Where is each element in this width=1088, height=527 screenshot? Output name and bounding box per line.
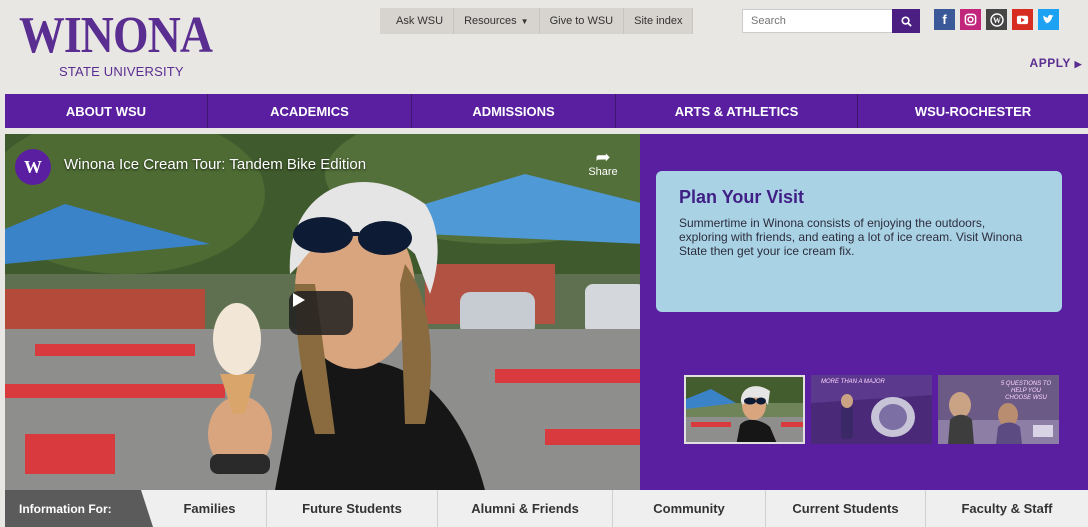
- search-input[interactable]: [742, 9, 892, 33]
- thumbnail-caption: 5 QUESTIONS TO HELP YOU CHOOSE WSU: [1000, 381, 1052, 401]
- utility-label: Resources: [464, 15, 517, 27]
- info-current-students[interactable]: Current Students: [766, 490, 926, 527]
- video-title[interactable]: Winona Ice Cream Tour: Tandem Bike Editi…: [64, 156, 366, 173]
- nav-about-wsu[interactable]: ABOUT WSU: [5, 94, 208, 128]
- nav-wsu-rochester[interactable]: WSU-ROCHESTER: [858, 94, 1088, 128]
- thumbnail-5-questions[interactable]: 5 QUESTIONS TO HELP YOU CHOOSE WSU: [938, 375, 1059, 444]
- social-links: f W: [934, 9, 1059, 30]
- utility-label: Site index: [634, 15, 683, 27]
- utility-nav: Ask WSU Resources ▼ Give to WSU Site inde…: [380, 8, 694, 34]
- visit-card: Plan Your Visit Summertime in Winona con…: [656, 171, 1062, 312]
- logo-wordmark: WINONA: [19, 7, 213, 64]
- play-icon: [293, 293, 305, 307]
- share-arrow-icon: ➦: [595, 147, 611, 167]
- caret-right-icon: ▶: [1074, 59, 1082, 69]
- info-families[interactable]: Families: [153, 490, 267, 527]
- thumbnail-caption: MORE THAN A MAJOR: [821, 379, 885, 385]
- video-player[interactable]: W Winona Ice Cream Tour: Tandem Bike Edi…: [5, 134, 640, 490]
- nav-arts-athletics[interactable]: ARTS & ATHLETICS: [616, 94, 858, 128]
- main-nav: ABOUT WSU ACADEMICS ADMISSIONS ARTS & AT…: [5, 94, 1088, 128]
- thumbnail-more-than-a-major[interactable]: MORE THAN A MAJOR: [811, 375, 932, 444]
- play-button[interactable]: [289, 291, 353, 335]
- search-button[interactable]: [892, 9, 920, 33]
- utility-label: Ask WSU: [396, 15, 444, 27]
- utility-give[interactable]: Give to WSU: [539, 8, 625, 34]
- video-thumbnails: MORE THAN A MAJOR 5 QUESTIONS TO HELP YO…: [684, 375, 1059, 444]
- visit-description: Summertime in Winona consists of enjoyin…: [679, 216, 1023, 258]
- utility-resources[interactable]: Resources ▼: [454, 8, 540, 34]
- logo[interactable]: WINONA STATE UNIVERSITY: [19, 7, 238, 80]
- info-future-students[interactable]: Future Students: [267, 490, 438, 527]
- info-faculty-staff[interactable]: Faculty & Staff: [926, 490, 1088, 527]
- channel-logo[interactable]: W: [15, 149, 51, 185]
- apply-link[interactable]: APPLY ▶: [1030, 56, 1082, 70]
- info-community[interactable]: Community: [613, 490, 766, 527]
- information-for-bar: Information For: Families Future Student…: [5, 490, 1088, 527]
- search-icon: [900, 15, 912, 27]
- apply-label: APPLY: [1029, 56, 1071, 70]
- thumbnail-ice-cream-tour[interactable]: [684, 375, 805, 444]
- share-label: Share: [588, 166, 618, 178]
- site-header: WINONA STATE UNIVERSITY Ask WSU Resource…: [0, 0, 1088, 92]
- page: WINONA STATE UNIVERSITY Ask WSU Resource…: [0, 0, 1088, 527]
- search-form: [742, 9, 920, 33]
- facebook-icon[interactable]: f: [934, 9, 955, 30]
- instagram-icon[interactable]: [960, 9, 981, 30]
- utility-site-index[interactable]: Site index: [624, 8, 694, 34]
- nav-academics[interactable]: ACADEMICS: [208, 94, 412, 128]
- logo-subtitle: STATE UNIVERSITY: [59, 64, 184, 79]
- share-button[interactable]: ➦ Share: [583, 148, 623, 178]
- nav-admissions[interactable]: ADMISSIONS: [412, 94, 616, 128]
- thumbnail-image: [686, 377, 803, 442]
- visit-panel: Plan Your Visit Summertime in Winona con…: [640, 134, 1088, 490]
- svg-text:W: W: [993, 16, 1001, 25]
- visit-title: Plan Your Visit: [679, 187, 805, 207]
- youtube-icon[interactable]: [1012, 9, 1033, 30]
- caret-down-icon: ▼: [520, 16, 529, 26]
- utility-label: Give to WSU: [549, 15, 614, 27]
- wordpress-icon[interactable]: W: [986, 9, 1007, 30]
- info-alumni-friends[interactable]: Alumni & Friends: [438, 490, 613, 527]
- twitter-icon[interactable]: [1038, 9, 1059, 30]
- utility-ask-wsu[interactable]: Ask WSU: [380, 8, 455, 34]
- information-for-label: Information For:: [5, 490, 153, 527]
